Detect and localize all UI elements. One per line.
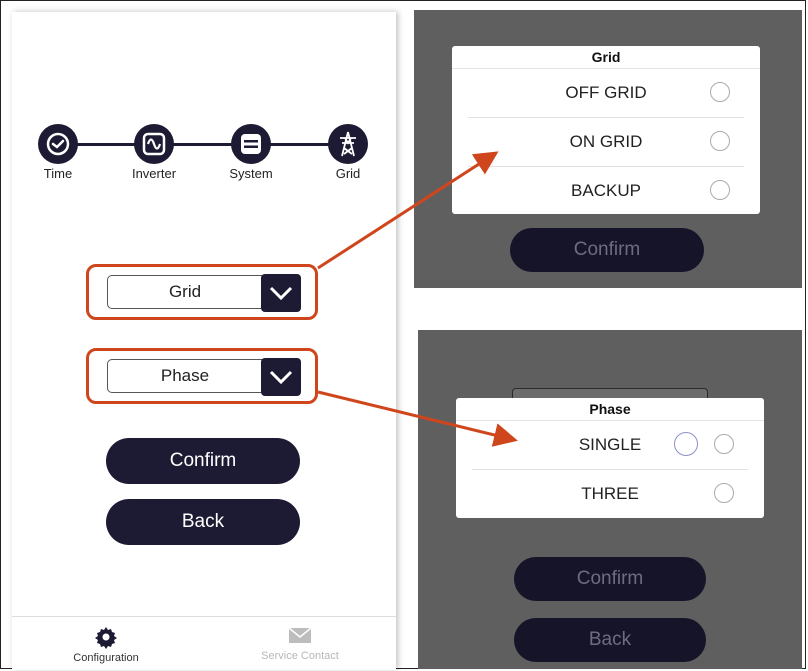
grid-select-value: Grid <box>168 282 202 301</box>
radio-icon[interactable] <box>714 483 734 503</box>
radio-icon[interactable] <box>710 82 730 102</box>
radio-icon[interactable] <box>714 434 734 454</box>
step-grid[interactable]: Grid <box>308 124 388 181</box>
grid-select[interactable]: Grid <box>107 274 301 312</box>
option-label: SINGLE <box>578 435 642 454</box>
power-tower-icon <box>328 124 368 164</box>
tab-label: Configuration <box>73 652 139 664</box>
step-label: System <box>229 166 273 181</box>
phone-screen: Time Inverter System Grid Grid Phase Con… <box>12 12 396 670</box>
chevron-down-icon[interactable] <box>261 358 301 396</box>
tab-configuration[interactable]: Configuration <box>46 625 166 664</box>
grid-option-on-grid[interactable]: ON GRID <box>468 118 744 167</box>
grid-dialog-title: Grid <box>452 46 760 69</box>
option-label: ON GRID <box>569 132 643 151</box>
phase-select-highlight: Phase <box>86 348 318 404</box>
bottom-tab-bar: Configuration Service Contact <box>12 616 396 670</box>
option-label: THREE <box>581 484 639 503</box>
phase-select[interactable]: Phase <box>107 358 301 396</box>
tab-service-contact[interactable]: Service Contact <box>240 625 360 662</box>
phase-dialog: Phase SINGLE THREE <box>456 398 764 518</box>
phase-dialog-title: Phase <box>456 398 764 421</box>
phase-option-three[interactable]: THREE <box>472 470 748 518</box>
step-system[interactable]: System <box>211 124 291 181</box>
grid-option-off-grid[interactable]: OFF GRID <box>468 69 744 118</box>
step-label: Grid <box>335 166 361 181</box>
step-connector-line <box>60 143 350 146</box>
step-label: Time <box>43 166 73 181</box>
phase-select-value: Phase <box>160 366 210 385</box>
system-icon <box>231 124 271 164</box>
phase-option-single[interactable]: SINGLE <box>472 421 748 470</box>
radio-focus-ring-icon[interactable] <box>674 432 698 456</box>
tab-label: Service Contact <box>261 650 339 662</box>
phase-dialog-confirm-button[interactable]: Confirm <box>514 557 706 601</box>
step-time[interactable]: Time <box>18 124 98 181</box>
grid-dialog: Grid OFF GRID ON GRID BACKUP <box>452 46 760 214</box>
option-label: OFF GRID <box>565 83 647 102</box>
option-label: BACKUP <box>571 181 641 200</box>
progress-steps: Time Inverter System Grid <box>12 116 396 196</box>
back-button[interactable]: Back <box>106 499 300 545</box>
phase-dialog-back-button[interactable]: Back <box>514 618 706 662</box>
radio-icon[interactable] <box>710 180 730 200</box>
confirm-button[interactable]: Confirm <box>106 438 300 484</box>
grid-select-highlight: Grid <box>86 264 318 320</box>
sine-wave-icon <box>134 124 174 164</box>
radio-icon[interactable] <box>710 131 730 151</box>
chevron-down-icon[interactable] <box>261 274 301 312</box>
gear-icon <box>46 625 166 652</box>
step-inverter[interactable]: Inverter <box>114 124 194 181</box>
grid-dialog-confirm-button[interactable]: Confirm <box>510 228 704 272</box>
grid-option-backup[interactable]: BACKUP <box>468 167 744 215</box>
step-label: Inverter <box>131 166 177 181</box>
envelope-icon <box>240 625 360 650</box>
clock-icon <box>38 124 78 164</box>
